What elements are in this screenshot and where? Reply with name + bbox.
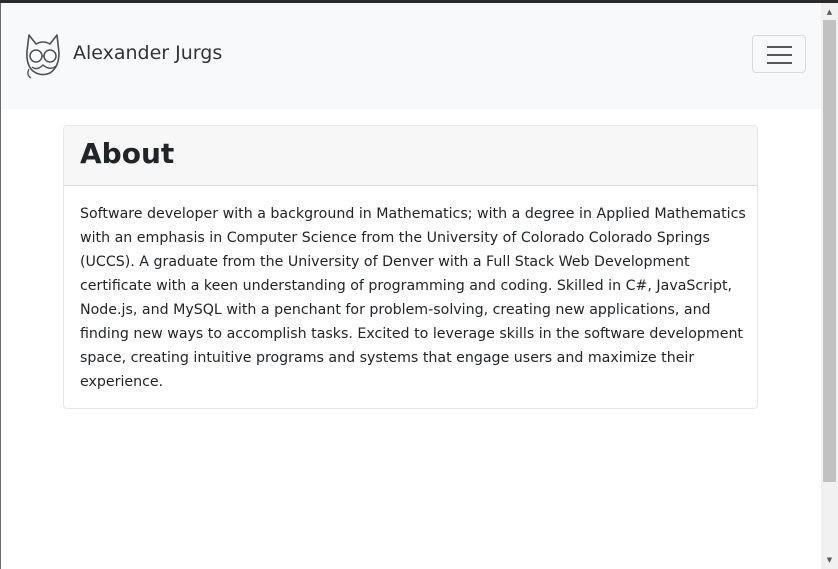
about-card-header: About (64, 126, 757, 186)
page-viewport: Alexander Jurgs About Software developer… (1, 3, 821, 569)
scrollbar-thumb[interactable] (823, 20, 836, 482)
browser-window: Alexander Jurgs About Software developer… (0, 0, 838, 569)
vertical-scrollbar[interactable]: ▲ ▼ (821, 3, 838, 569)
navbar: Alexander Jurgs (1, 3, 821, 109)
scroll-up-arrow-icon[interactable]: ▲ (821, 5, 838, 19)
cat-glasses-logo-icon (26, 34, 60, 79)
about-text: Software developer with a background in … (80, 206, 746, 390)
about-card: About Software developer with a backgrou… (63, 125, 758, 409)
about-card-body: Software developer with a background in … (80, 202, 746, 394)
about-title: About (80, 137, 175, 170)
brand-name: Alexander Jurgs (73, 42, 223, 64)
scroll-down-arrow-icon[interactable]: ▼ (821, 553, 838, 567)
navbar-toggler-button[interactable] (752, 35, 806, 73)
navbar-brand-link[interactable]: Alexander Jurgs (23, 27, 222, 79)
